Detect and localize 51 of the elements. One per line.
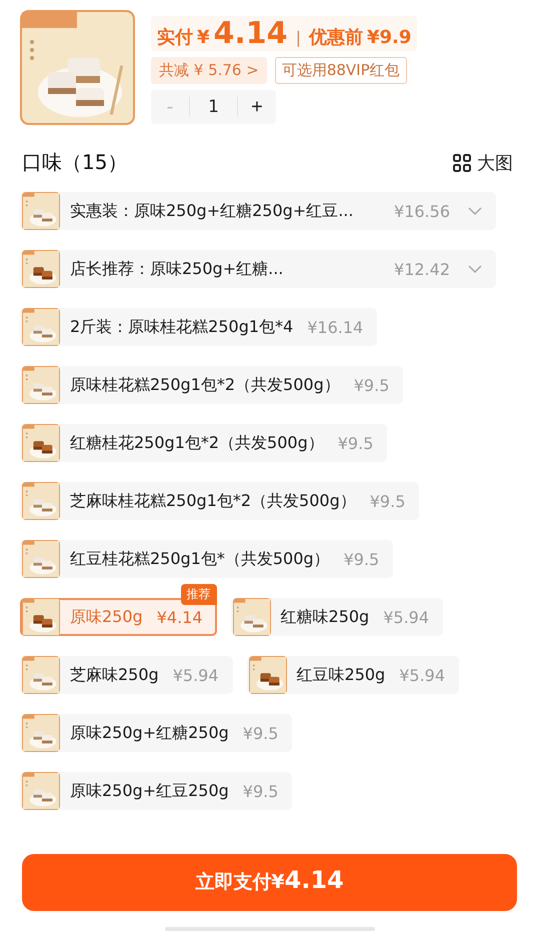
option-price: ¥5.94 [399, 666, 446, 684]
option-label: 2斤装：原味桂花糕250g1包*4 [70, 316, 294, 338]
section-title: 口味（15） [22, 149, 128, 176]
option-price: ¥9.5 [242, 724, 278, 742]
option-label: 原味250g [70, 606, 143, 628]
option-price: ¥9.5 [344, 550, 380, 568]
original-price: ¥9.9 [366, 27, 412, 48]
option-chip[interactable]: 2斤装：原味桂花糕250g1包*4 ¥16.14 [20, 308, 378, 346]
vip-coupon-tag[interactable]: 可选用88VIP红包 [274, 57, 407, 84]
option-chip[interactable]: 红糖桂花250g1包*2（共发500g） ¥9.5 [20, 424, 388, 462]
option-label: 原味250g+红糖250g [70, 722, 229, 744]
option-chip[interactable]: 红豆桂花糕250g1包*（共发500g） ¥9.5 [20, 540, 394, 578]
option-chip[interactable]: 实惠装：原味250g+红糖250g+红豆... ¥16.56 [20, 192, 496, 230]
option-chip[interactable]: 红糖味250g ¥5.94 [230, 598, 444, 636]
option-chip[interactable]: 原味250g+红豆250g ¥9.5 [20, 772, 292, 810]
option-price: ¥12.42 [394, 260, 450, 278]
option-chip[interactable]: 原味250g+红糖250g ¥9.5 [20, 714, 292, 752]
option-label: 原味桂花糕250g1包*2（共发500g） [70, 374, 340, 396]
option-label: 芝麻味250g [70, 664, 159, 686]
option-label: 芝麻味桂花糕250g1包*2（共发500g） [70, 490, 356, 512]
quantity-value[interactable]: 1 [189, 97, 238, 117]
option-price: ¥9.5 [242, 782, 278, 800]
option-label: 红豆味250g [296, 664, 386, 686]
option-price: ¥5.94 [172, 666, 219, 684]
option-chip[interactable]: 芝麻味250g ¥5.94 [20, 656, 233, 694]
option-label: 店长推荐：原味250g+红糖... [70, 258, 284, 280]
option-price: ¥16.14 [307, 318, 364, 336]
option-price: ¥9.5 [354, 376, 390, 394]
grid-icon [453, 154, 471, 172]
option-price: ¥16.56 [394, 202, 450, 220]
option-chip[interactable]: 原味桂花糕250g1包*2（共发500g） ¥9.5 [20, 366, 404, 404]
plus-button[interactable]: + [238, 96, 276, 118]
option-chip[interactable]: 红豆味250g ¥5.94 [246, 656, 460, 694]
option-price: ¥9.5 [338, 434, 374, 452]
paid-amount: 4.14 [214, 16, 288, 51]
paid-label: 实付 [157, 26, 193, 49]
option-label: 原味250g+红豆250g [70, 780, 229, 802]
option-label: 实惠装：原味250g+红糖250g+红豆... [70, 200, 354, 222]
option-label: 红糖桂花250g1包*2（共发500g） [70, 432, 324, 454]
option-price: ¥9.5 [370, 492, 406, 510]
option-price: ¥4.14 [156, 608, 203, 626]
separator: | [296, 28, 301, 47]
option-label: 红豆桂花糕250g1包*（共发500g） [70, 548, 330, 570]
currency-symbol: ¥ [197, 27, 210, 48]
large-view-toggle[interactable]: 大图 [453, 150, 513, 174]
option-chip[interactable]: 芝麻味桂花糕250g1包*2（共发500g） ¥9.5 [20, 482, 420, 520]
original-price-label: 优惠前 [308, 26, 363, 49]
option-label: 红糖味250g [280, 606, 370, 628]
option-price: ¥5.94 [383, 608, 430, 626]
option-chip[interactable]: 店长推荐：原味250g+红糖... ¥12.42 [20, 250, 496, 288]
recommend-badge: 推荐 [180, 584, 217, 605]
